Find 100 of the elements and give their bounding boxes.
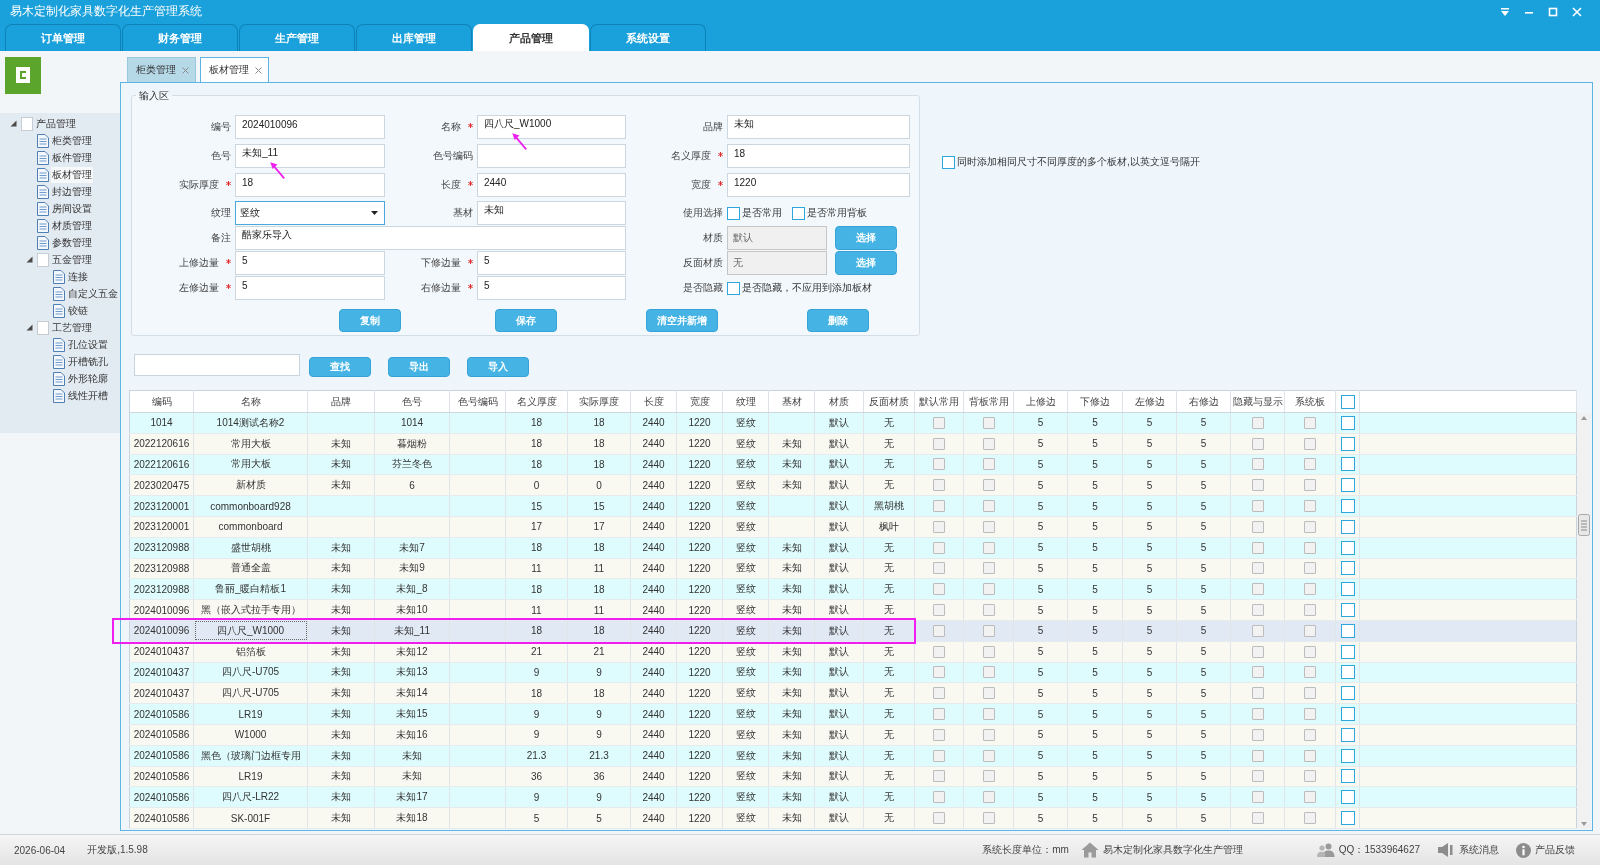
checkbox[interactable] [1304,645,1316,658]
checkbox[interactable] [1340,707,1355,722]
maximize-icon[interactable] [1548,6,1558,17]
tree-item[interactable]: 参数管理 [51,234,93,251]
checkbox[interactable] [1304,583,1316,596]
table-row[interactable]: 2023120988 普通全盖 未知 未知9 11 11 2440 1220 竖纹 未知 默认 无 5 5 5 5 [129,558,1577,579]
checkbox[interactable] [1340,394,1355,409]
column-header[interactable]: 色号编码 [449,390,506,413]
tree-item[interactable]: 外形轮廓 [67,370,109,387]
input-field[interactable]: 未知 [477,201,626,225]
input-field[interactable]: 未知 [727,115,910,139]
input-field[interactable]: 18 [727,144,910,168]
column-header[interactable]: 左修边 [1122,390,1177,413]
info-icon[interactable] [1516,842,1531,858]
checkbox[interactable] [1340,769,1355,784]
checkbox[interactable] [982,416,995,429]
checkbox[interactable] [982,749,995,762]
users-icon[interactable] [1316,843,1335,857]
column-header[interactable]: 隐藏与显示 [1230,390,1285,413]
input-field[interactable]: 5 [235,251,385,275]
status-messages[interactable]: 系统消息 [1459,843,1499,857]
checkbox[interactable] [982,812,995,825]
checkbox[interactable] [1304,604,1316,617]
checkbox[interactable] [933,770,945,783]
tree-item[interactable]: 封边管理 [51,183,93,200]
checkbox[interactable] [1251,812,1264,825]
table-row[interactable]: 2023120001 commonboard 17 17 2440 1220 竖纹 默认 枫叶 5 5 5 5 [129,516,1577,538]
column-header[interactable]: 系统板 [1284,390,1336,413]
checkbox[interactable] [1340,540,1355,555]
table-row[interactable]: 2022120616 常用大板 未知 芬兰冬色 18 18 2440 1220 竖纹 未知 默认 无 5 5 5 5 [129,454,1577,475]
checkbox[interactable] [1251,708,1264,721]
checkbox[interactable] [1251,583,1264,596]
table-row[interactable]: 2024010437 四八尺-U705 未知 未知13 9 9 2440 1220 竖纹 未知 默认 无 5 5 5 5 [129,662,1577,683]
nav-tab[interactable]: 产品管理 [473,24,589,51]
checkbox[interactable] [1251,458,1264,471]
table-row[interactable]: 2023120001 commonboard928 15 15 2440 1220 竖纹 默认 黑胡桃 5 5 5 5 [129,495,1577,517]
checkbox[interactable] [792,206,805,220]
input-field[interactable]: 2440 [477,173,626,197]
table-row[interactable]: 2024010096 四八尺_W1000 未知 未知_11 18 18 2440 1220 竖纹 未知 默认 无 5 5 5 5 [129,620,1577,642]
checkbox[interactable] [1304,728,1316,741]
column-header[interactable]: 下修边 [1067,390,1123,413]
checkbox[interactable] [982,479,995,492]
column-header[interactable]: 名称 [193,390,308,413]
checkbox[interactable] [933,812,945,825]
checkbox[interactable] [1251,728,1264,741]
checkbox[interactable] [982,624,995,637]
checkbox[interactable] [1340,790,1355,805]
checkbox[interactable] [1340,603,1355,618]
table-row[interactable]: 2024010586 SK-001F 未知 未知18 5 5 2440 1220 竖纹 未知 默认 无 5 5 5 5 [129,807,1577,829]
checkbox[interactable] [1340,457,1355,472]
tree-item[interactable]: 开槽铣孔 [67,353,109,370]
column-header[interactable]: 上修边 [1013,390,1068,413]
input-field[interactable]: 无 [727,251,827,275]
checkbox[interactable] [1304,624,1316,637]
tree-item[interactable]: 连接 [67,268,89,285]
checkbox[interactable] [933,583,945,596]
status-feedback[interactable]: 产品反馈 [1535,843,1575,857]
column-header[interactable]: 背板常用 [963,390,1014,413]
checkbox[interactable] [1340,727,1355,742]
checkbox[interactable] [1340,561,1355,576]
checkbox[interactable] [1304,749,1316,762]
checkbox[interactable] [1304,520,1316,533]
checkbox[interactable] [1251,520,1264,533]
column-header[interactable]: 名义厚度 [505,390,568,413]
checkbox[interactable] [1304,479,1316,492]
checkbox[interactable] [1304,770,1316,783]
checkbox[interactable] [1251,624,1264,637]
tree-item[interactable]: 房间设置 [51,200,93,217]
checkbox[interactable] [933,500,945,513]
checkbox[interactable] [1251,541,1264,554]
checkbox[interactable] [933,520,945,533]
tree-item[interactable]: 柜类管理 [51,132,93,149]
close-icon[interactable] [182,66,189,74]
checkbox[interactable] [1340,436,1355,451]
input-field[interactable]: 5 [235,276,385,300]
column-header[interactable]: 实际厚度 [567,390,631,413]
checkbox[interactable] [1251,479,1264,492]
input-field[interactable]: 默认 [727,226,827,250]
checkbox[interactable] [933,645,945,658]
checkbox[interactable] [1340,415,1355,430]
column-header[interactable]: 长度 [630,390,677,413]
checkbox[interactable] [982,791,995,804]
checkbox[interactable] [1340,748,1355,763]
page-tab[interactable]: 柜类管理 [127,57,196,82]
expanded-triangle-icon[interactable] [26,256,33,263]
checkbox[interactable] [933,687,945,700]
column-header[interactable]: 纹理 [722,390,769,413]
checkbox[interactable] [1251,770,1264,783]
input-field[interactable]: 18 [235,173,385,197]
column-header[interactable]: 品牌 [307,390,375,413]
checkbox[interactable] [982,728,995,741]
checkbox[interactable] [982,708,995,721]
column-header[interactable]: 宽度 [676,390,723,413]
checkbox[interactable] [933,728,945,741]
tree-item[interactable]: 板材管理 [51,166,93,183]
checkbox[interactable] [1251,562,1264,575]
input-field[interactable]: 四八尺_W1000 [477,115,626,139]
checkbox[interactable] [933,708,945,721]
checkbox[interactable] [1304,458,1316,471]
input-field[interactable]: 未知_11 [235,144,385,168]
